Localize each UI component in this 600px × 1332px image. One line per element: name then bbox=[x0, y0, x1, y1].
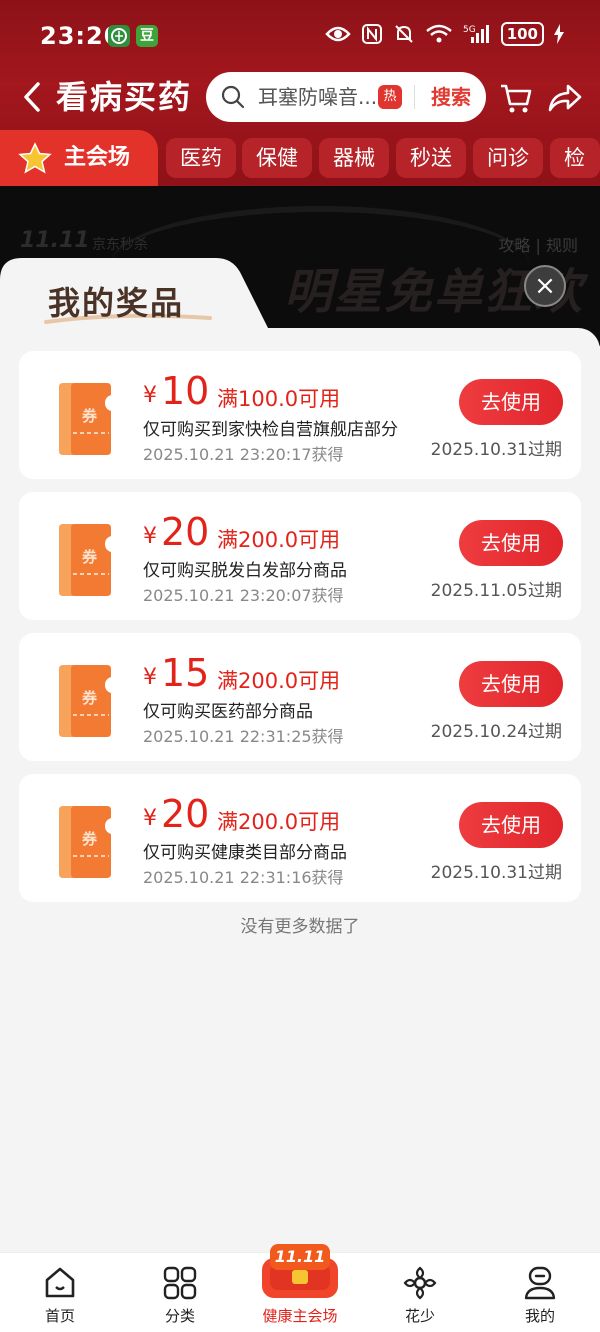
nav-mine-label: 我的 bbox=[524, 1307, 555, 1325]
coupon-condition: 满200.0可用 bbox=[217, 669, 341, 693]
coupon-obtained-time: 2025.10.21 23:20:07获得 bbox=[143, 586, 344, 605]
use-coupon-button[interactable]: 去使用 bbox=[459, 379, 563, 425]
coupon-ticket-icon bbox=[58, 523, 112, 597]
coupon-card: ¥ 15 满200.0可用 仅可购买医药部分商品 2025.10.21 22:3… bbox=[19, 633, 581, 761]
coupon-condition: 满200.0可用 bbox=[217, 528, 341, 552]
cart-icon[interactable] bbox=[498, 80, 534, 116]
banner-sub: 京东秒杀 bbox=[92, 237, 148, 253]
nav-home[interactable]: 首页 bbox=[0, 1253, 120, 1332]
coupon-description: 仅可购买健康类目部分商品 bbox=[143, 843, 347, 863]
coupon-description: 仅可购买医药部分商品 bbox=[143, 702, 313, 722]
banner-logo: 11.11 bbox=[20, 228, 90, 253]
coupon-expiry: 2025.10.24过期 bbox=[430, 722, 562, 742]
close-icon: × bbox=[534, 271, 556, 301]
back-arrow-icon[interactable] bbox=[18, 76, 48, 118]
coupon-description: 仅可购买脱发白发部分商品 bbox=[143, 561, 347, 581]
nav-home-label: 首页 bbox=[44, 1307, 75, 1325]
coupon-obtained-time: 2025.10.21 23:20:17获得 bbox=[143, 445, 344, 464]
coupon-card: ¥ 20 满200.0可用 仅可购买脱发白发部分商品 2025.10.21 23… bbox=[19, 492, 581, 620]
coupon-currency: ¥ bbox=[143, 665, 157, 690]
share-icon[interactable] bbox=[546, 78, 584, 116]
star-icon bbox=[18, 142, 52, 174]
coupon-obtained-time: 2025.10.21 22:31:16获得 bbox=[143, 868, 344, 887]
coupon-condition: 满100.0可用 bbox=[217, 387, 341, 411]
search-button[interactable]: 搜索 bbox=[420, 72, 482, 122]
page-title: 看病买药 bbox=[56, 78, 193, 116]
nav-category-label: 分类 bbox=[164, 1307, 195, 1325]
nav-flower-label: 花少 bbox=[404, 1307, 435, 1325]
nav-row: 看病买药 耳塞防噪音... 热 搜索 bbox=[0, 70, 600, 126]
coupon-card: ¥ 10 满100.0可用 仅可购买到家快检自营旗舰店部分 2025.10.21… bbox=[19, 351, 581, 479]
nav-flower[interactable]: 花少 bbox=[360, 1253, 480, 1332]
nav-mine[interactable]: 我的 bbox=[480, 1253, 600, 1332]
wifi-icon bbox=[425, 24, 452, 43]
coupon-amount: 15 bbox=[161, 651, 210, 695]
tab-main-venue[interactable]: 主会场 bbox=[0, 130, 158, 186]
coupon-expiry: 2025.10.31过期 bbox=[430, 863, 562, 883]
battery-indicator: 100 bbox=[500, 22, 544, 46]
category-tabs: 主会场 医药 保健 器械 秒送 问诊 检护 bbox=[0, 130, 600, 186]
tab-equipment[interactable]: 器械 bbox=[319, 138, 389, 178]
coupon-currency: ¥ bbox=[143, 806, 157, 831]
nav-category[interactable]: 分类 bbox=[120, 1253, 240, 1332]
tab-consult[interactable]: 问诊 bbox=[473, 138, 543, 178]
tab-main-label: 主会场 bbox=[64, 145, 131, 170]
signal-icon: 5G bbox=[463, 25, 489, 43]
charging-icon bbox=[554, 24, 564, 44]
header: 23:20 豆 5G 100 看病买药 耳塞防噪音... 热 搜索 主会场 医药… bbox=[0, 0, 600, 186]
use-coupon-button[interactable]: 去使用 bbox=[459, 802, 563, 848]
coupon-expiry: 2025.10.31过期 bbox=[430, 440, 562, 460]
flower-icon bbox=[403, 1266, 437, 1300]
mute-bell-icon bbox=[394, 25, 413, 43]
tab-medicine[interactable]: 医药 bbox=[166, 138, 236, 178]
close-button[interactable]: × bbox=[524, 265, 566, 307]
search-divider bbox=[414, 85, 415, 109]
search-bar[interactable]: 耳塞防噪音... 热 搜索 bbox=[206, 72, 486, 122]
coupon-obtained-time: 2025.10.21 22:31:25获得 bbox=[143, 727, 344, 746]
coupon-ticket-icon bbox=[58, 382, 112, 456]
search-input[interactable]: 耳塞防噪音... bbox=[258, 72, 378, 122]
hot-badge: 热 bbox=[378, 85, 402, 109]
coupon-expiry: 2025.11.05过期 bbox=[430, 581, 562, 601]
tab-check[interactable]: 检护 bbox=[550, 138, 600, 178]
nav-health-venue-label: 健康主会场 bbox=[262, 1307, 338, 1325]
coupon-currency: ¥ bbox=[143, 524, 157, 549]
coupon-currency: ¥ bbox=[143, 383, 157, 408]
profile-icon bbox=[524, 1266, 556, 1300]
coupon-amount: 20 bbox=[161, 792, 210, 836]
panel-title: 我的奖品 bbox=[48, 284, 185, 322]
svg-text:5G: 5G bbox=[463, 25, 476, 35]
status-icons: 5G 100 bbox=[324, 22, 564, 46]
coupon-description: 仅可购买到家快检自营旗舰店部分 bbox=[143, 420, 398, 440]
home-icon bbox=[45, 1267, 75, 1298]
coupon-condition: 满200.0可用 bbox=[217, 810, 341, 834]
eye-icon bbox=[324, 26, 351, 42]
use-coupon-button[interactable]: 去使用 bbox=[459, 520, 563, 566]
promo-badge: 11.11 bbox=[270, 1244, 330, 1270]
use-coupon-button[interactable]: 去使用 bbox=[459, 661, 563, 707]
app-icon-bank bbox=[108, 25, 130, 47]
coupon-card: ¥ 20 满200.0可用 仅可购买健康类目部分商品 2025.10.21 22… bbox=[19, 774, 581, 902]
no-more-data-text: 没有更多数据了 bbox=[240, 917, 360, 937]
grid-icon bbox=[163, 1266, 197, 1300]
coupon-amount: 20 bbox=[161, 510, 210, 554]
tab-fast-delivery[interactable]: 秒送 bbox=[396, 138, 466, 178]
coupon-amount: 10 bbox=[161, 369, 210, 413]
nfc-icon bbox=[361, 24, 382, 44]
tab-health[interactable]: 保健 bbox=[242, 138, 312, 178]
coupon-ticket-icon bbox=[58, 664, 112, 738]
app-icon-dou: 豆 bbox=[136, 25, 158, 47]
status-bar: 23:20 豆 5G 100 bbox=[0, 0, 600, 72]
coupon-ticket-icon bbox=[58, 805, 112, 879]
search-icon bbox=[221, 85, 245, 109]
